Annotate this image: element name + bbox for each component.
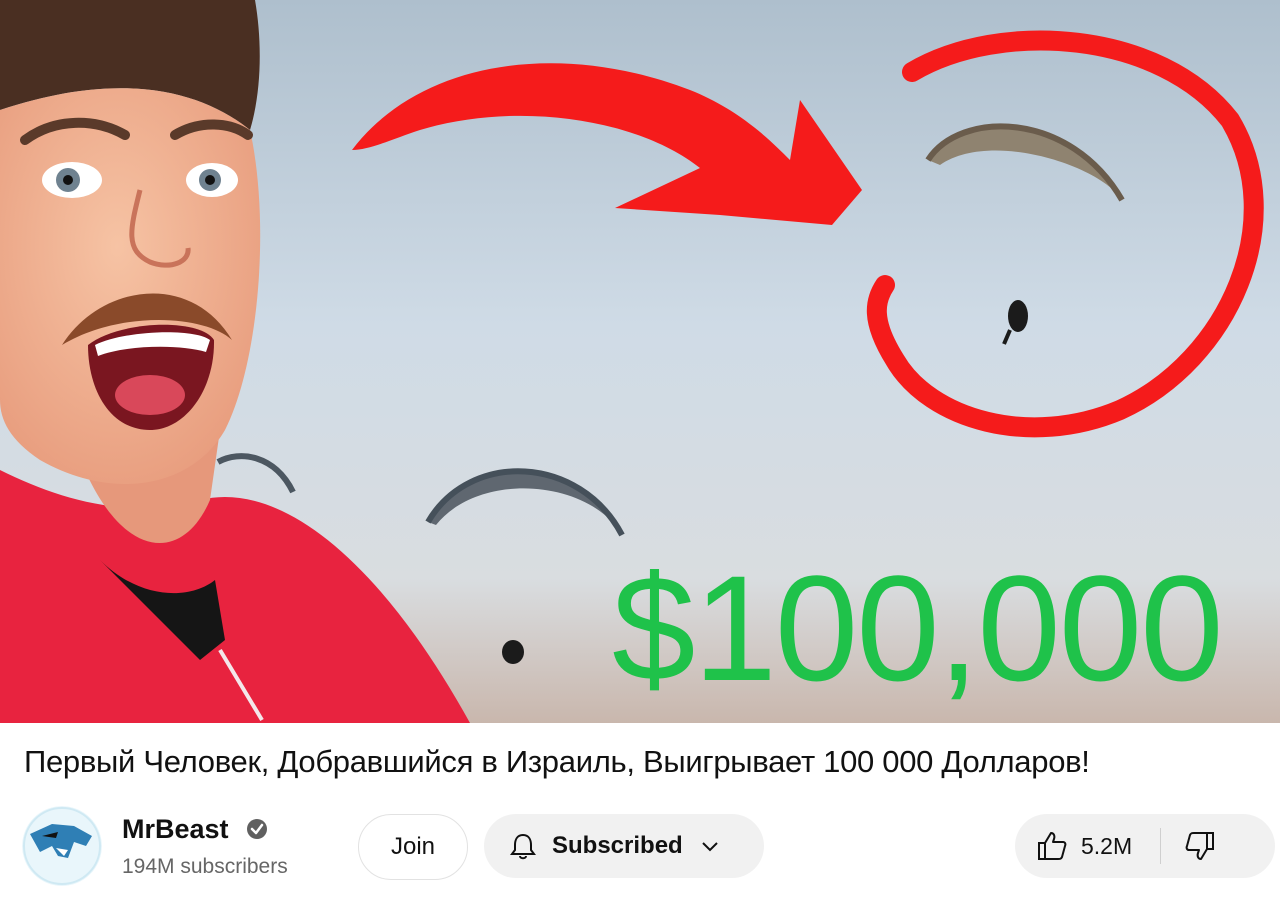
- paraglider-pilot: [502, 640, 524, 664]
- subscribed-button[interactable]: Subscribed: [484, 814, 764, 878]
- chevron-down-icon: [701, 842, 718, 852]
- mrbeast-panther-logo-icon: [22, 806, 102, 886]
- join-button[interactable]: Join: [358, 814, 468, 880]
- join-button-label: Join: [390, 833, 436, 860]
- prize-amount-text: $100,000: [612, 544, 1224, 712]
- video-title: Первый Человек, Добравшийся в Израиль, В…: [24, 744, 1090, 779]
- channel-avatar[interactable]: [22, 806, 102, 886]
- like-divider: [1160, 828, 1162, 864]
- bell-icon: [510, 833, 536, 860]
- video-thumbnail[interactable]: $100,000: [0, 0, 1280, 723]
- thumbs-down-icon[interactable]: [1183, 829, 1217, 863]
- thumbs-up-icon[interactable]: [1035, 829, 1069, 863]
- like-dislike-bar: 5.2M: [1015, 814, 1275, 878]
- channel-row: MrBeast 194M subscribers Join Subscribed…: [0, 800, 1280, 900]
- channel-name[interactable]: MrBeast: [122, 814, 229, 845]
- like-count: 5.2M: [1081, 832, 1133, 859]
- subscriber-count: 194M subscribers: [122, 855, 288, 878]
- verified-check-icon: [247, 819, 267, 839]
- subscribed-label: Subscribed: [552, 832, 683, 859]
